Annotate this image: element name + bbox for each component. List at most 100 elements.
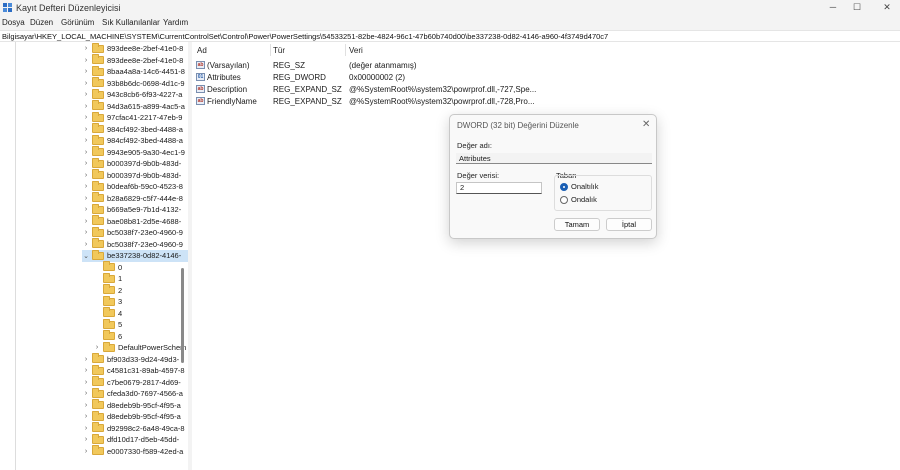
chevron-right-icon[interactable]: › <box>82 367 90 374</box>
tree-item[interactable]: › bc5038f7-23e0-4960-9 <box>82 238 183 251</box>
chevron-right-icon[interactable]: › <box>82 45 90 52</box>
menu-duzen[interactable]: Düzen <box>30 18 53 27</box>
column-header-data[interactable]: Veri <box>349 46 363 55</box>
radio-decimal[interactable]: Ondalık <box>560 195 597 204</box>
chevron-right-icon[interactable]: › <box>82 402 90 409</box>
tree-item[interactable]: › b28a6829-c5f7-444e-8 <box>82 192 183 205</box>
chevron-right-icon[interactable]: › <box>82 229 90 236</box>
chevron-right-icon[interactable]: › <box>82 103 90 110</box>
tree-item[interactable]: › bf903d33-9d24-49d3- <box>82 353 179 366</box>
chevron-right-icon[interactable]: › <box>82 425 90 432</box>
value-row[interactable]: ab FriendlyName REG_EXPAND_SZ @%SystemRo… <box>192 95 900 107</box>
ok-button[interactable]: Tamam <box>554 218 600 231</box>
tree-item[interactable]: › 893dee8e-2bef-41e0-8 <box>82 54 183 67</box>
close-icon: ✕ <box>883 1 891 12</box>
key-tree-pane[interactable]: › 893dee8e-2bef-41e0-8 › 893dee8e-2bef-41e0… <box>0 42 188 470</box>
menu-gorunum[interactable]: Görünüm <box>61 18 94 27</box>
menu-dosya[interactable]: Dosya <box>2 18 25 27</box>
close-window-button[interactable]: ✕ <box>872 0 900 14</box>
column-header-type[interactable]: Tür <box>273 46 285 55</box>
menu-sik-kullanilanlar[interactable]: Sık Kullanılanlar <box>102 18 160 27</box>
value-data-input[interactable]: 2 <box>456 182 542 194</box>
tree-item[interactable]: › b0deaf6b-59c0-4523-8 <box>82 180 183 193</box>
tree-item[interactable]: › 984cf492-3bed-4488-a <box>82 134 183 147</box>
chevron-right-icon[interactable]: › <box>82 356 90 363</box>
tree-item-label: DefaultPowerSchem <box>118 343 187 353</box>
tree-item-label: b000397d-9b0b-483d- <box>107 159 182 169</box>
tree-item[interactable]: › 984cf492-3bed-4488-a <box>82 123 183 136</box>
tree-item[interactable]: › d8edeb9b-95cf-4f95-a <box>82 399 181 412</box>
tree-item[interactable]: › b669a5e9-7b1d-4132- <box>82 203 181 216</box>
radio-checked-icon[interactable] <box>560 182 568 191</box>
chevron-right-icon[interactable]: › <box>82 448 90 455</box>
chevron-right-icon[interactable]: › <box>82 160 90 167</box>
tree-item[interactable]: › 9943e905-9a30-4ec1-9 <box>82 146 185 159</box>
menu-yardim[interactable]: Yardım <box>163 18 188 27</box>
column-separator[interactable] <box>270 44 271 56</box>
tree-subitem[interactable]: 5 <box>93 318 122 331</box>
chevron-right-icon[interactable]: › <box>82 114 90 121</box>
tree-item[interactable]: › d8edeb9b-95cf-4f95-a <box>82 410 181 423</box>
chevron-down-icon[interactable]: ⌄ <box>82 252 90 260</box>
column-header-name[interactable]: Ad <box>197 46 207 55</box>
address-bar[interactable]: Bilgisayar\HKEY_LOCAL_MACHINE\SYSTEM\Cur… <box>0 30 900 42</box>
chevron-right-icon[interactable]: › <box>82 126 90 133</box>
values-pane[interactable]: Ad Tür Veri ab (Varsayılan) REG_SZ (değe… <box>192 42 900 470</box>
tree-item[interactable]: › d92998c2-6a48-49ca-8 <box>82 422 185 435</box>
tree-subitem[interactable]: 1 <box>93 272 122 285</box>
chevron-right-icon[interactable]: › <box>82 149 90 156</box>
cancel-button[interactable]: İptal <box>606 218 652 231</box>
chevron-right-icon[interactable]: › <box>82 218 90 225</box>
tree-item[interactable]: ⌄ be337238-0d82-4146- <box>82 249 188 262</box>
tree-item[interactable]: › c4581c31-89ab-4597-8 <box>82 364 185 377</box>
chevron-right-icon[interactable]: › <box>82 68 90 75</box>
dialog-close-icon[interactable]: ✕ <box>642 119 650 130</box>
chevron-right-icon[interactable]: › <box>82 172 90 179</box>
tree-item[interactable]: › c7be0679-2817-4d69- <box>82 376 181 389</box>
radio-unchecked-icon[interactable] <box>560 195 568 204</box>
chevron-right-icon[interactable]: › <box>82 436 90 443</box>
tree-subitem[interactable]: 2 <box>93 284 122 297</box>
chevron-right-icon[interactable]: › <box>82 137 90 144</box>
folder-icon <box>103 284 115 295</box>
tree-item[interactable]: › 94d3a615-a899-4ac5-a <box>82 100 185 113</box>
folder-icon <box>103 272 115 283</box>
chevron-right-icon[interactable]: › <box>82 379 90 386</box>
value-name-field[interactable]: Attributes <box>456 153 652 164</box>
tree-subitem[interactable]: 3 <box>93 295 122 308</box>
chevron-right-icon[interactable]: › <box>82 241 90 248</box>
tree-item[interactable]: › 943c8cb6-6f93-4227-a <box>82 88 183 101</box>
chevron-right-icon[interactable]: › <box>82 91 90 98</box>
tree-subitem[interactable]: 0 <box>93 261 122 274</box>
tree-item[interactable]: › b000397d-9b0b-483d- <box>82 157 182 170</box>
tree-subitem[interactable]: 4 <box>93 307 122 320</box>
chevron-right-icon[interactable]: › <box>82 390 90 397</box>
tree-item[interactable]: › cfeda3d0-7697-4566-a <box>82 387 183 400</box>
tree-subitem[interactable]: › DefaultPowerSchem <box>93 341 187 354</box>
tree-item[interactable]: › dfd10d17-d5eb-45dd- <box>82 433 179 446</box>
chevron-right-icon[interactable]: › <box>82 183 90 190</box>
tree-item[interactable]: › bc5038f7-23e0-4960-9 <box>82 226 183 239</box>
chevron-right-icon[interactable]: › <box>82 206 90 213</box>
tree-item[interactable]: › 893dee8e-2bef-41e0-8 <box>82 42 183 55</box>
tree-scrollbar-thumb[interactable] <box>181 268 184 363</box>
tree-item-label: 943c8cb6-6f93-4227-a <box>107 90 183 100</box>
tree-item[interactable]: › b000397d-9b0b-483d- <box>82 169 181 182</box>
tree-item[interactable]: › 93b8b6dc-0698-4d1c-9 <box>82 77 185 90</box>
radio-hexadecimal[interactable]: Onaltılık <box>560 182 599 191</box>
value-row[interactable]: ab Description REG_EXPAND_SZ @%SystemRoo… <box>192 83 900 95</box>
column-separator[interactable] <box>345 44 346 56</box>
maximize-button[interactable]: ☐ <box>842 0 872 14</box>
value-row[interactable]: ab (Varsayılan) REG_SZ (değer atanmamış) <box>192 59 900 71</box>
chevron-right-icon[interactable]: › <box>93 344 101 351</box>
chevron-right-icon[interactable]: › <box>82 195 90 202</box>
chevron-right-icon[interactable]: › <box>82 80 90 87</box>
tree-item[interactable]: › e0007330-f589-42ed-a <box>82 445 183 458</box>
chevron-right-icon[interactable]: › <box>82 57 90 64</box>
value-row[interactable]: 01 Attributes REG_DWORD 0x00000002 (2) <box>192 71 900 83</box>
tree-item[interactable]: › 97cfac41-2217-47eb-9 <box>82 111 182 124</box>
tree-item[interactable]: › bae08b81-2d5e-4688- <box>82 215 181 228</box>
chevron-right-icon[interactable]: › <box>82 413 90 420</box>
tree-item[interactable]: › 8baa4a8a-14c6-4451-8 <box>82 65 185 78</box>
tree-subitem[interactable]: 6 <box>93 330 122 343</box>
